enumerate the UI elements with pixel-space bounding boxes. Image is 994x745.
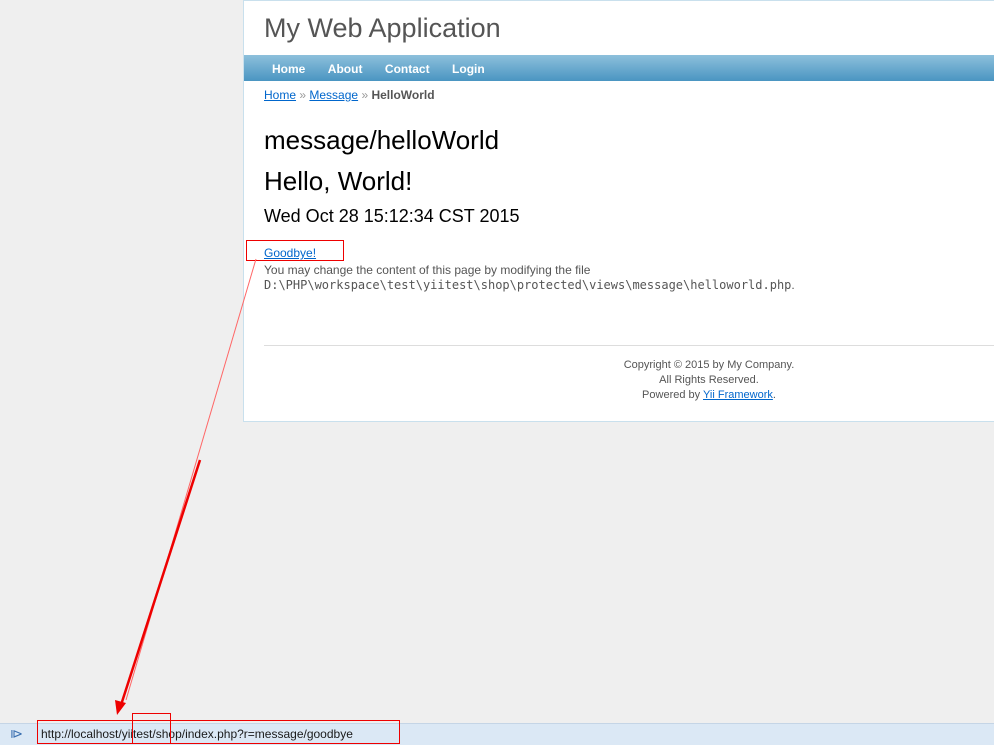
annotation-thin-line: [125, 258, 257, 701]
annotation-arrows: [115, 258, 257, 715]
annotation-arrow-line: [119, 459, 202, 706]
annotation-box-yiitest: [132, 713, 171, 744]
play-icon[interactable]: ⧐: [10, 726, 23, 742]
annotation-box-url: [37, 720, 400, 744]
annotation-arrow-head: [115, 700, 126, 715]
